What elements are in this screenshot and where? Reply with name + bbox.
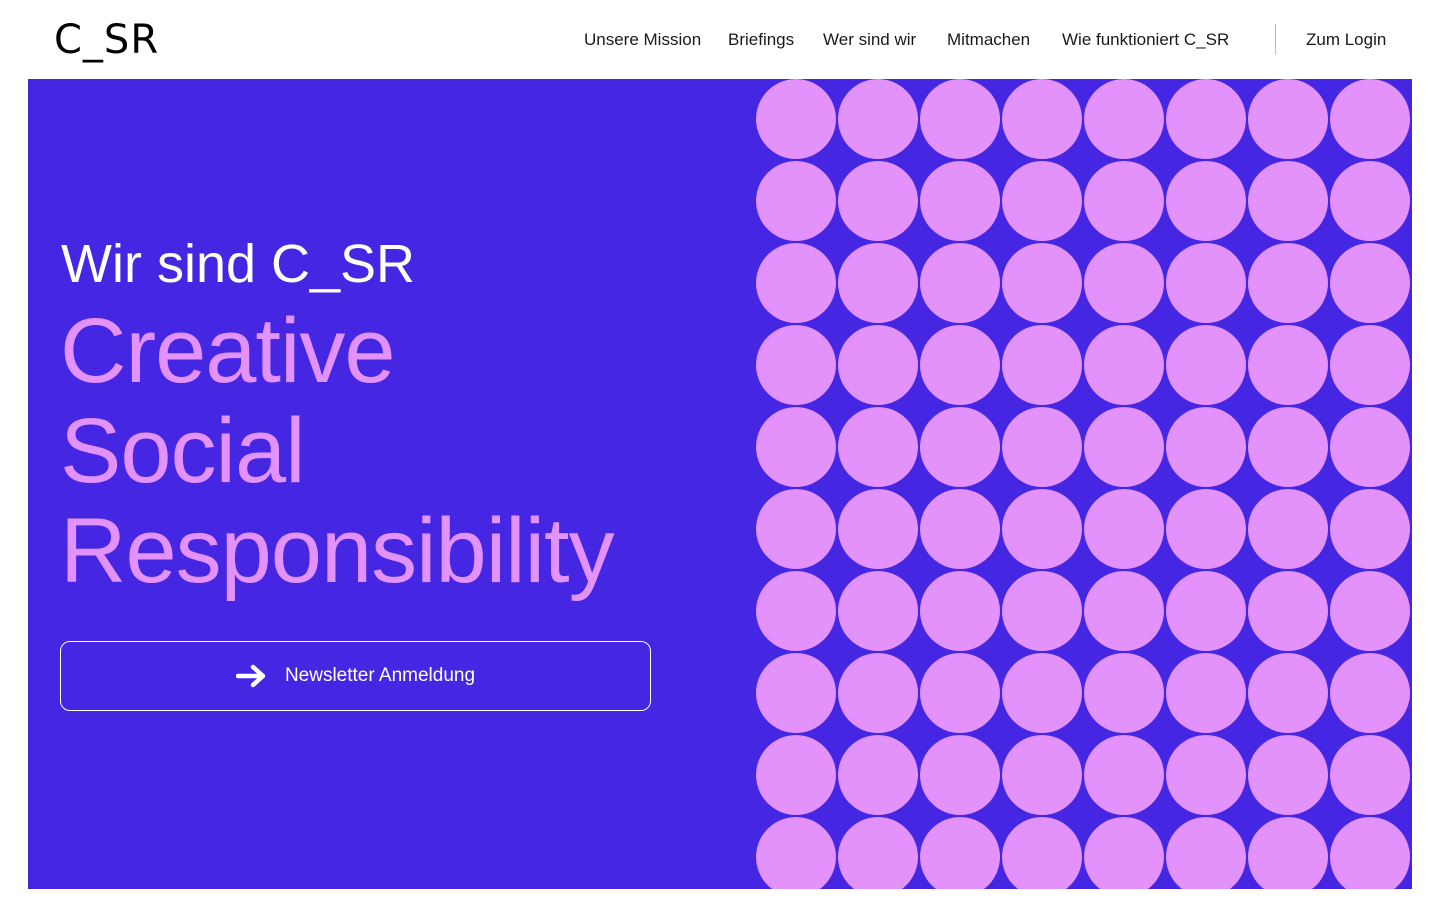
pattern-circle (756, 653, 836, 733)
pattern-circle (1166, 243, 1246, 323)
pattern-circle (756, 161, 836, 241)
pattern-circle (1248, 571, 1328, 651)
pattern-circle (1330, 161, 1410, 241)
pattern-circle (1084, 653, 1164, 733)
pattern-circle (1248, 243, 1328, 323)
pattern-circle (838, 79, 918, 159)
pattern-circle (1330, 243, 1410, 323)
pattern-circle (1248, 325, 1328, 405)
pattern-circle (1330, 325, 1410, 405)
pattern-circle (1248, 817, 1328, 889)
nav-wer-sind-wir[interactable]: Wer sind wir (823, 28, 916, 52)
pattern-circle (1002, 653, 1082, 733)
pattern-circle (1166, 407, 1246, 487)
pattern-circle (838, 571, 918, 651)
pattern-circle (756, 817, 836, 889)
pattern-circle (920, 489, 1000, 569)
hero-eyebrow: Wir sind C_SR (61, 234, 416, 294)
pattern-circle (1084, 79, 1164, 159)
pattern-circle (1330, 817, 1410, 889)
pattern-circle (756, 407, 836, 487)
pattern-circle (920, 325, 1000, 405)
nav-zum-login[interactable]: Zum Login (1306, 28, 1386, 52)
pattern-circle (838, 407, 918, 487)
pattern-circle (1166, 653, 1246, 733)
pattern-circle (756, 489, 836, 569)
nav-unsere-mission[interactable]: Unsere Mission (584, 28, 701, 52)
site-header: C_SR Unsere Mission Briefings Wer sind w… (0, 0, 1440, 79)
pattern-circle (1166, 161, 1246, 241)
pattern-circle (1166, 571, 1246, 651)
dot-pattern (756, 79, 1412, 889)
hero-headline-line-1: Creative (60, 300, 396, 402)
logo[interactable]: C_SR (54, 18, 159, 62)
pattern-circle (1084, 489, 1164, 569)
pattern-circle (756, 735, 836, 815)
pattern-circle (1166, 489, 1246, 569)
hero-headline-line-2: Social (60, 400, 306, 502)
pattern-circle (1248, 735, 1328, 815)
nav-wie-funktioniert[interactable]: Wie funktioniert C_SR (1062, 28, 1229, 52)
pattern-circle (1330, 653, 1410, 733)
pattern-circle (1330, 735, 1410, 815)
pattern-circle (838, 653, 918, 733)
pattern-circle (1248, 653, 1328, 733)
pattern-circle (1084, 161, 1164, 241)
pattern-circle (1248, 407, 1328, 487)
pattern-circle (1248, 79, 1328, 159)
pattern-circle (1002, 407, 1082, 487)
nav-divider (1275, 24, 1276, 55)
pattern-circle (1084, 325, 1164, 405)
pattern-circle (1002, 571, 1082, 651)
pattern-circle (838, 489, 918, 569)
pattern-circle (1330, 79, 1410, 159)
pattern-circle (838, 243, 918, 323)
pattern-circle (1084, 735, 1164, 815)
pattern-circle (838, 817, 918, 889)
pattern-circle (756, 325, 836, 405)
pattern-circle (1002, 243, 1082, 323)
pattern-circle (838, 161, 918, 241)
newsletter-button-label: Newsletter Anmeldung (284, 665, 476, 686)
pattern-circle (920, 161, 1000, 241)
hero-section: Wir sind C_SR Creative Social Responsibi… (28, 79, 1412, 889)
pattern-circle (1002, 161, 1082, 241)
pattern-circle (1248, 489, 1328, 569)
pattern-circle (920, 243, 1000, 323)
arrow-right-icon (235, 664, 268, 688)
pattern-circle (756, 243, 836, 323)
pattern-circle (756, 79, 836, 159)
hero-headline-line-3: Responsibility (60, 500, 615, 602)
pattern-circle (1330, 571, 1410, 651)
pattern-circle (1166, 817, 1246, 889)
nav-mitmachen[interactable]: Mitmachen (947, 28, 1030, 52)
pattern-circle (920, 817, 1000, 889)
pattern-circle (920, 735, 1000, 815)
pattern-circle (920, 571, 1000, 651)
newsletter-button[interactable]: Newsletter Anmeldung (60, 641, 651, 711)
nav-briefings[interactable]: Briefings (728, 28, 794, 52)
pattern-circle (1166, 325, 1246, 405)
pattern-circle (920, 653, 1000, 733)
pattern-circle (1002, 325, 1082, 405)
pattern-circle (838, 735, 918, 815)
pattern-circle (1330, 489, 1410, 569)
pattern-circle (1084, 407, 1164, 487)
pattern-circle (1330, 407, 1410, 487)
pattern-circle (838, 325, 918, 405)
pattern-circle (1002, 817, 1082, 889)
pattern-circle (1084, 817, 1164, 889)
pattern-circle (920, 79, 1000, 159)
pattern-circle (1166, 735, 1246, 815)
pattern-circle (1002, 735, 1082, 815)
pattern-circle (920, 407, 1000, 487)
pattern-circle (756, 571, 836, 651)
pattern-circle (1002, 489, 1082, 569)
pattern-circle (1166, 79, 1246, 159)
pattern-circle (1248, 161, 1328, 241)
pattern-circle (1084, 571, 1164, 651)
pattern-circle (1002, 79, 1082, 159)
pattern-circle (1084, 243, 1164, 323)
